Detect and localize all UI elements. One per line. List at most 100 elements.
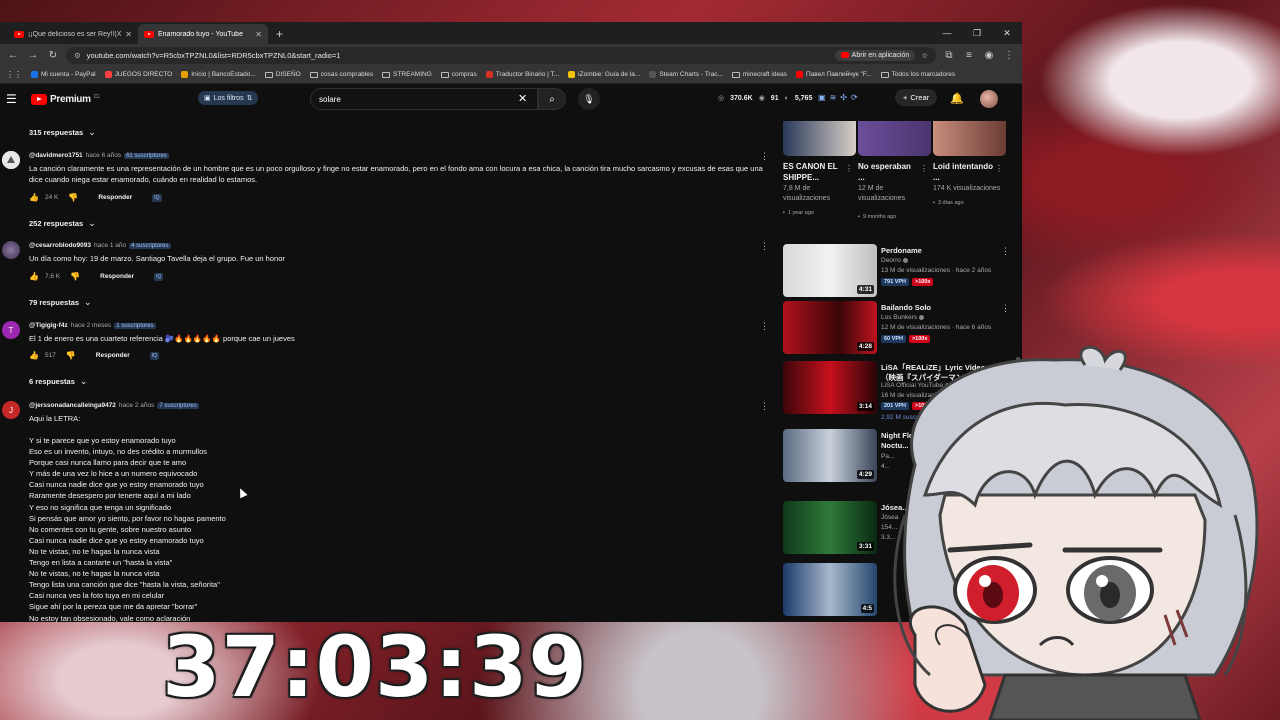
bookmark-star-icon[interactable]: ☆	[921, 51, 928, 60]
bookmark-item[interactable]: Inicio | BancoEstado...	[181, 71, 256, 78]
avatar-letter: J	[9, 405, 13, 415]
bookmark-folder[interactable]: Todos los marcadores	[880, 71, 955, 78]
url-field[interactable]: ⚙ youtube.com/watch?v=R5cbxTPZNL0&list=R…	[66, 46, 936, 64]
replies-toggle[interactable]: 6 respuestas ⌄	[29, 376, 87, 387]
youtube-logo[interactable]: Premium CL	[31, 93, 100, 105]
iq-extension-icon[interactable]: ▣	[818, 93, 826, 102]
profile-icon[interactable]: ◉	[982, 50, 996, 61]
chart-extension-icon[interactable]: ≋	[830, 93, 837, 102]
create-button[interactable]: + Crear	[895, 89, 938, 106]
avatar[interactable]	[2, 241, 20, 259]
tools-extension-icon[interactable]: ✣	[840, 93, 847, 102]
bookmark-folder[interactable]: STREAMING	[382, 71, 432, 78]
open-in-app-button[interactable]: Abrir en aplicación	[834, 49, 916, 61]
short-menu-icon[interactable]: ⋮	[845, 164, 853, 173]
recommended-video[interactable]: 4:31 Perdoname Deorro 13 M de visualizac…	[783, 244, 1019, 300]
search-input[interactable]: solare	[310, 88, 538, 110]
back-icon[interactable]: ←	[6, 50, 20, 61]
comment-author[interactable]: @jerssonadancalleinga9472	[29, 402, 116, 409]
iq-badge[interactable]: IQ	[152, 193, 162, 202]
reload-icon[interactable]: ↻	[46, 50, 60, 61]
avatar[interactable]: T	[2, 321, 20, 339]
comment-time[interactable]: hace 2 años	[119, 402, 154, 409]
replies-toggle[interactable]: 79 respuestas ⌄	[29, 297, 92, 308]
folder-icon	[731, 71, 740, 78]
site-info-icon[interactable]: ⚙	[74, 51, 81, 60]
close-icon[interactable]: ✕	[125, 30, 132, 39]
short-menu-icon[interactable]: ⋮	[920, 164, 928, 173]
bookmark-item[interactable]: Павел Павлийчук "F...	[795, 71, 872, 78]
new-tab-icon[interactable]: +	[268, 27, 291, 44]
comment-author[interactable]: @cesarroblodo9093	[29, 242, 91, 249]
bookmark-label: Traductor Binario | T...	[495, 71, 560, 78]
comment-menu-icon[interactable]: ⋮	[760, 401, 769, 412]
tab-active[interactable]: Enamorado tuyo - YouTube ✕	[138, 24, 268, 44]
like-icon[interactable]: 👍	[29, 272, 39, 281]
forward-icon[interactable]: →	[26, 50, 40, 61]
more-icon[interactable]: ⋮	[1002, 50, 1016, 61]
restore-icon[interactable]: ❐	[962, 22, 992, 44]
bookmark-item[interactable]: Mi cuenta - PayPal	[31, 71, 96, 78]
iq-badge[interactable]: IQ	[149, 351, 160, 360]
comment-author[interactable]: @Tigigig-f4z	[29, 322, 68, 329]
comment-author[interactable]: @davidmero1751	[29, 152, 83, 159]
notifications-bell-icon[interactable]: 🔔	[950, 92, 964, 105]
account-avatar[interactable]	[980, 90, 998, 108]
tab-inactive[interactable]: ¡¡Que delicioso es ser Rey!!(Xo... ✕	[8, 24, 138, 44]
reply-button[interactable]: Responder	[96, 352, 130, 359]
bookmark-folder[interactable]: DISEÑO	[264, 71, 301, 78]
bookmark-item[interactable]: Steam Charts - Trac...	[649, 71, 723, 78]
calendar-icon: ▪	[933, 200, 935, 206]
comment-menu-icon[interactable]: ⋮	[760, 241, 769, 252]
share-extension-icon[interactable]: ⟳	[851, 93, 858, 102]
avatar[interactable]	[2, 151, 20, 169]
replies-count: 252 respuestas	[29, 219, 84, 228]
minimize-icon[interactable]: —	[932, 22, 962, 44]
bookmark-folder[interactable]: compras	[440, 71, 477, 78]
close-window-icon[interactable]: ✕	[992, 22, 1022, 44]
video-menu-icon[interactable]: ⋮	[1001, 246, 1010, 257]
bookmark-folder[interactable]: minecraft ideas	[731, 71, 787, 78]
apps-icon[interactable]: ⋮⋮	[6, 70, 22, 79]
bookmark-item[interactable]: Traductor Binario | T...	[485, 71, 560, 78]
video-menu-icon[interactable]: ⋮	[1001, 303, 1010, 314]
replies-toggle[interactable]: 315 respuestas ⌄	[29, 127, 96, 138]
bookmark-item[interactable]: iZombie: Guía de la...	[568, 71, 640, 78]
iq-badge[interactable]: IQ	[154, 272, 164, 281]
video-title: Bailando Solo	[881, 303, 932, 312]
close-icon[interactable]: ✕	[255, 30, 262, 39]
extensions-icon[interactable]: ⧉	[942, 50, 956, 61]
clear-search-icon[interactable]: ✕	[518, 92, 527, 105]
lyric-line: Y si te parece que yo estoy enamorado tu…	[29, 436, 176, 445]
dislike-icon[interactable]: 👎	[66, 351, 76, 360]
search-button[interactable]: ⌕	[538, 88, 566, 110]
youtube-favicon-icon	[14, 30, 24, 38]
reply-button[interactable]: Responder	[98, 194, 132, 201]
short-card[interactable]: ES CANON EL SHIPPE... 7,8 M de visualiza…	[783, 121, 856, 216]
brand-label: Premium	[50, 93, 91, 105]
comment-menu-icon[interactable]: ⋮	[760, 151, 769, 162]
like-icon[interactable]: 👍	[29, 351, 39, 360]
address-bar: ← → ↻ ⚙ youtube.com/watch?v=R5cbxTPZNL0&…	[0, 44, 1022, 66]
short-card[interactable]: Loid intentando ... 174 K visualizacione…	[933, 121, 1006, 206]
voice-search-button[interactable]: 🎙	[578, 88, 600, 110]
short-menu-icon[interactable]: ⋮	[995, 164, 1003, 173]
avatar[interactable]: J	[2, 401, 20, 419]
comment-time[interactable]: hace 1 año	[94, 242, 126, 249]
menu-icon[interactable]: ☰	[6, 92, 26, 106]
lyric-line: No te vistas, no te hagas la nunca vista	[29, 546, 160, 556]
comment-menu-icon[interactable]: ⋮	[760, 321, 769, 332]
media-icon[interactable]: ≡	[962, 50, 976, 61]
comment-time[interactable]: hace 2 meses	[71, 322, 111, 329]
replies-toggle[interactable]: 252 respuestas ⌄	[29, 218, 96, 229]
dislike-icon[interactable]: 👎	[70, 272, 80, 281]
comment-time[interactable]: hace 6 años	[86, 152, 121, 159]
short-card[interactable]: No esperaban ... 12 M de visualizaciones…	[858, 121, 931, 220]
bookmark-folder[interactable]: cosas comprables	[309, 71, 373, 78]
subscriber-badge: 61 suscriptores	[124, 152, 169, 159]
like-icon[interactable]: 👍	[29, 193, 39, 202]
dislike-icon[interactable]: 👎	[68, 193, 78, 202]
filters-button[interactable]: ▣ Los filtros ⇅	[198, 91, 259, 105]
bookmark-item[interactable]: JUEGOS DIRECTO	[104, 71, 172, 78]
reply-button[interactable]: Responder	[100, 273, 134, 280]
